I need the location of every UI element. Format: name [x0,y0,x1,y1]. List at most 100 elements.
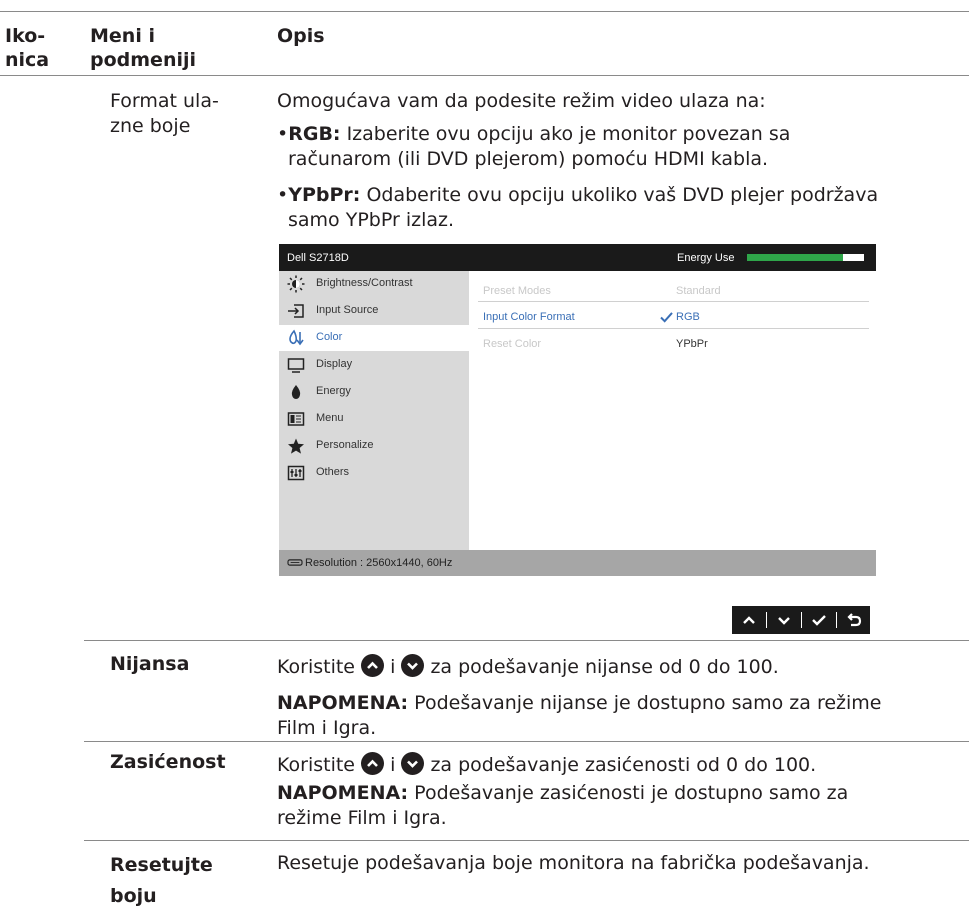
osd-row-value-ypbpr[interactable]: YPbPr [676,337,708,351]
display-icon [287,358,305,373]
nijansa-note-1: Podešavanje nijanse je dostupno samo za … [408,692,882,714]
osd-row-separator [478,301,869,302]
reset-name: Resetujte boju [110,850,213,912]
zasicenost-usage-1: Koristite [277,754,362,776]
down-circle-icon [401,752,425,775]
table-top-rule [0,11,969,12]
note-label: NAPOMENA: [277,692,409,714]
back-icon [847,613,862,627]
star-icon [288,438,304,454]
osd-nav-buttons [732,606,870,634]
nijansa-usage-2: za podešavanje nijanse od 0 do 100. [424,656,779,678]
osd-menu-menu[interactable]: Menu [287,406,469,432]
row-rule-zasicenost [84,741,969,742]
osd-energy-label: Energy Use [677,252,735,264]
osd-title-bar: Dell S2718D Energy Use [279,244,876,271]
reset-name-line2: boju [110,885,157,907]
up-circle-icon [361,654,385,677]
energy-meter-fill [747,254,843,261]
osd-menu-label: Display [316,358,353,370]
osd-menu-others[interactable]: Others [287,460,469,486]
osd-resolution: Resolution : 2560x1440, 60Hz [305,557,453,569]
up-icon [743,616,755,624]
nav-ok-button[interactable] [802,606,836,634]
header-menu-col-line1: Meni i [90,25,155,47]
osd-menu-label: Menu [316,412,344,424]
osd-menu-label: Color [316,331,343,343]
nijansa-note-2: Film i Igra. [277,717,377,739]
format-ypbpr-item: •YPbPr: Odaberite ovu opciju ukoliko vaš… [277,183,878,233]
nijansa-name: Nijansa [110,653,190,675]
check-icon [660,312,673,323]
reset-name-line1: Resetujte [110,854,213,876]
osd-menu-label: Energy [316,385,351,397]
osd-menu-personalize[interactable]: Personalize [287,433,469,459]
format-name: Format ula- zne boje [110,89,219,139]
header-menu-col-line2: podmeniji [90,49,197,71]
header-icon-col: Iko- nica [5,24,49,72]
osd-row-value-rgb[interactable]: RGB [676,310,700,324]
osd-screenshot: Dell S2718D Energy Use Brightness/Contra… [279,244,876,576]
hdmi-icon [287,559,303,566]
osd-row-separator [478,328,869,329]
header-icon-col-line1: Iko- [5,25,46,47]
osd-menu-input-source[interactable]: Input Source [287,298,469,324]
rgb-text-2: računarom (ili DVD plejerom) pomoću HDMI… [288,148,769,170]
header-desc-col: Opis [277,25,325,47]
nav-up-button[interactable] [732,606,766,634]
format-name-line1: Format ula- [110,90,219,112]
energy-icon [291,385,301,399]
up-circle-icon [361,752,385,775]
bullet: • [277,184,289,206]
osd-menu-brightness[interactable]: Brightness/Contrast [287,271,469,297]
header-icon-col-line2: nica [5,49,50,71]
ypbpr-text-1: Odaberite ovu opciju ukoliko vaš DVD ple… [360,184,879,206]
osd-row-label-input-color[interactable]: Input Color Format [483,310,575,324]
nijansa-usage-1: Koristite [277,656,362,678]
rgb-label: RGB: [288,123,341,145]
down-icon [778,617,790,625]
format-intro: Omogućava vam da podesite režim video ul… [277,90,766,112]
osd-menu-energy[interactable]: Energy [287,379,469,405]
menu-icon [287,412,305,426]
zasicenost-usage-i: i [384,754,402,776]
osd-row-value-preset: Standard [676,285,721,297]
osd-status-bar: Resolution : 2560x1440, 60Hz [279,550,876,576]
bullet: • [277,123,289,145]
zasicenost-note: NAPOMENA: Podešavanje zasićenosti je dos… [277,781,848,831]
osd-menu-display[interactable]: Display [287,352,469,378]
osd-menu-label: Others [316,466,350,478]
osd-menu-label: Brightness/Contrast [316,277,413,289]
zasicenost-note-1: Podešavanje zasićenosti je dostupno samo… [408,782,849,804]
ypbpr-text-2: samo YPbPr izlaz. [288,209,454,231]
osd-row-label-reset: Reset Color [483,338,542,350]
energy-meter [747,254,864,261]
zasicenost-usage: Koristite i za podešavanje zasićenosti o… [277,752,816,778]
row-rule-reset [84,840,969,841]
osd-row-label-preset: Preset Modes [483,285,551,297]
nav-down-button[interactable] [767,606,801,634]
zasicenost-note-2: režime Film i Igra. [277,807,447,829]
osd-menu-color[interactable]: Color [279,325,469,351]
brightness-icon [287,275,305,293]
input-source-icon [288,304,304,318]
osd-menu-label: Input Source [316,304,379,316]
color-icon [289,329,304,346]
osd-sidebar: Brightness/Contrast Input Source Color D… [279,271,469,550]
format-rgb-item: •RGB: Izaberite ovu opciju ako je monito… [277,122,790,172]
format-name-line2: zne boje [110,115,191,137]
note-label: NAPOMENA: [277,782,409,804]
nijansa-usage-i: i [384,656,402,678]
zasicenost-usage-2: za podešavanje zasićenosti od 0 do 100. [424,754,817,776]
reset-desc: Resetuje podešavanja boje monitora na fa… [277,852,870,874]
down-circle-icon [401,654,425,677]
rgb-text-1: Izaberite ovu opciju ako je monitor pove… [340,123,791,145]
osd-model: Dell S2718D [287,252,349,264]
row-rule-nijansa [84,640,969,641]
nijansa-usage: Koristite i za podešavanje nijanse od 0 … [277,654,779,680]
ypbpr-label: YPbPr: [288,184,361,206]
nav-back-button[interactable] [837,606,871,634]
others-icon [287,465,305,481]
check-icon [812,615,826,626]
osd-menu-label: Personalize [316,439,374,451]
